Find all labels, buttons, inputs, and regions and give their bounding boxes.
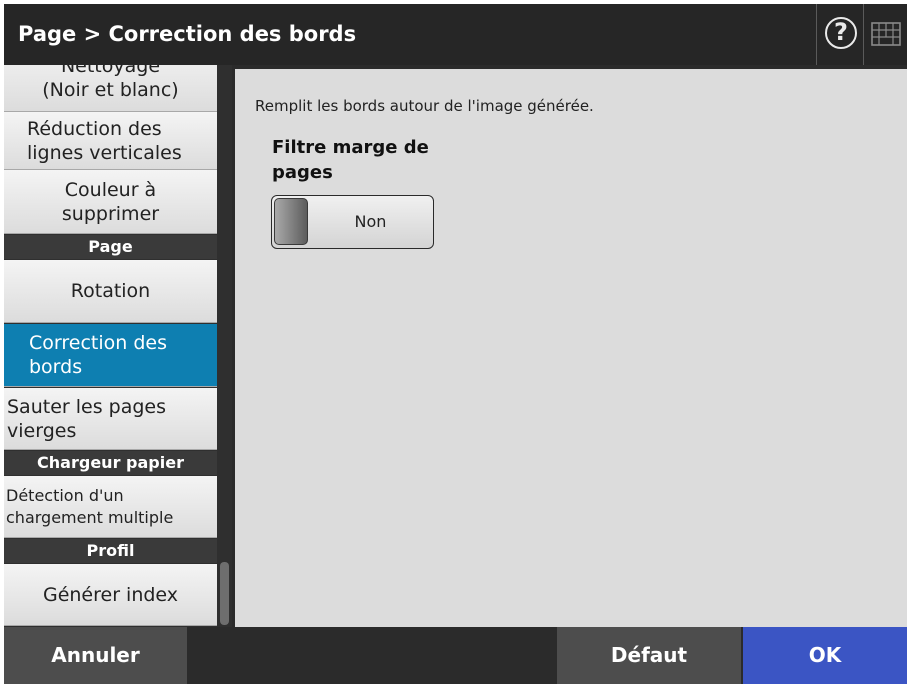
header-bar: Page > Correction des bords ? [4, 4, 907, 65]
sidebar-item-label: Couleur à supprimer [61, 178, 160, 225]
keyboard-button[interactable] [865, 4, 907, 65]
sidebar-item-label: Réduction des lignes verticales [27, 117, 182, 164]
help-button[interactable]: ? [816, 4, 864, 65]
sidebar-item-label: Rotation [70, 280, 151, 302]
sidebar-item-correction-bords[interactable]: Correction des bords [4, 324, 217, 387]
toggle-knob[interactable] [274, 198, 308, 245]
sidebar-item-nettoyage[interactable]: Nettoyage (Noir et blanc) [4, 65, 217, 112]
cancel-button[interactable]: Annuler [4, 627, 187, 684]
sidebar-scrollbar[interactable] [219, 65, 230, 627]
edge-filter-toggle[interactable]: Non [271, 195, 434, 249]
sidebar-item-couleur-supprimer[interactable]: Couleur à supprimer [4, 170, 217, 234]
sidebar-item-label: Générer index [42, 583, 179, 606]
sidebar-category-chargeur-papier: Chargeur papier [4, 451, 217, 475]
sidebar-item-label: Correction des bords [29, 332, 167, 378]
sidebar-item-rotation[interactable]: Rotation [4, 260, 217, 323]
page-title: Page > Correction des bords [18, 22, 357, 46]
setting-description: Remplit les bords autour de l'image géné… [255, 97, 594, 115]
scanner-settings-screen: Page > Correction des bords ? Nettoyage … [4, 4, 907, 684]
sidebar-item-detection-chargement[interactable]: Détection d'un chargement multiple [4, 476, 217, 538]
sidebar-item-label: Détection d'un chargement multiple [6, 485, 174, 527]
sidebar-item-generer-index[interactable]: Générer index [4, 564, 217, 626]
sidebar-item-label: Sauter les pages vierges [7, 395, 166, 442]
sidebar-category-profil: Profil [4, 539, 217, 563]
sidebar-item-reduction-lignes[interactable]: Réduction des lignes verticales [4, 112, 217, 170]
default-button[interactable]: Défaut [557, 627, 741, 684]
settings-panel: Remplit les bords autour de l'image géné… [235, 69, 907, 627]
setting-label: Filtre marge de pages [272, 137, 429, 183]
sidebar-scrollbar-thumb[interactable] [220, 562, 229, 625]
ok-button[interactable]: OK [743, 627, 907, 684]
sidebar-item-label: Nettoyage (Noir et blanc) [42, 65, 179, 101]
sidebar-category-page: Page [4, 235, 217, 259]
keyboard-icon [871, 22, 901, 46]
settings-sidebar: Nettoyage (Noir et blanc) Réduction des … [4, 65, 232, 627]
sidebar-item-sauter-pages[interactable]: Sauter les pages vierges [4, 388, 217, 450]
help-icon: ? [825, 17, 857, 49]
toggle-value: Non [354, 212, 387, 231]
footer-bar: Annuler Défaut OK [4, 627, 907, 684]
